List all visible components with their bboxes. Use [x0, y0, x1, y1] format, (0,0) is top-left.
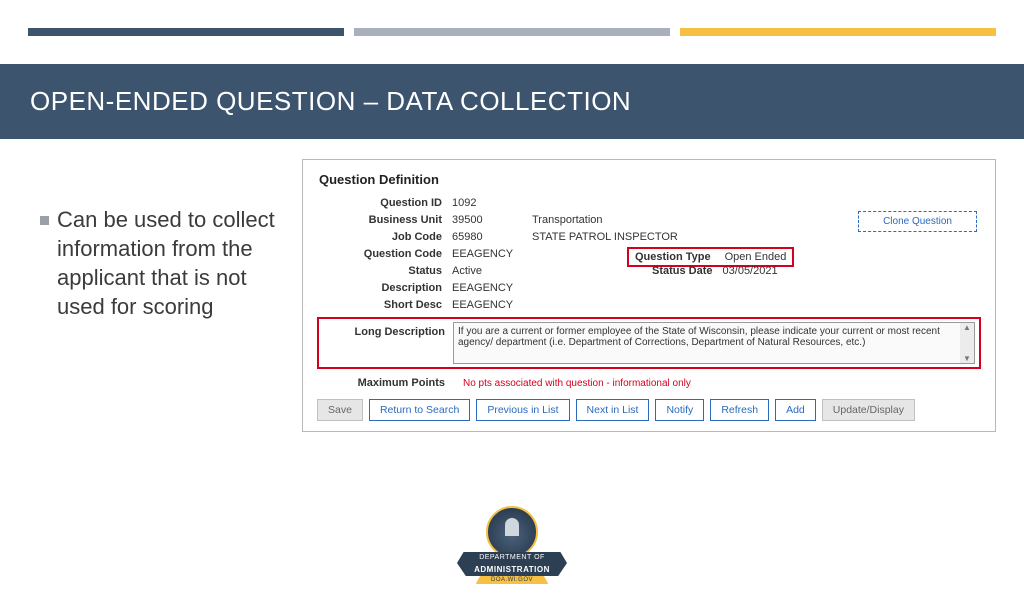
- value-job-code-name: STATE PATROL INSPECTOR: [532, 231, 678, 243]
- previous-in-list-button[interactable]: Previous in List: [476, 399, 569, 421]
- long-description-textarea[interactable]: [454, 323, 960, 363]
- capitol-dome-icon: [486, 506, 538, 558]
- panel-heading: Question Definition: [317, 172, 981, 187]
- add-button[interactable]: Add: [775, 399, 816, 421]
- action-button-row: Save Return to Search Previous in List N…: [317, 399, 981, 421]
- slide-title: OPEN-ENDED QUESTION – DATA COLLECTION: [0, 64, 1024, 139]
- value-question-code: EEAGENCY: [452, 248, 532, 260]
- value-description: EEAGENCY: [452, 282, 981, 294]
- label-question-id: Question ID: [317, 197, 452, 209]
- accent-segment-gold: [680, 28, 996, 36]
- value-short-desc: EEAGENCY: [452, 299, 981, 311]
- logo-line-admin: ADMINISTRATION: [457, 563, 567, 576]
- value-status: Active: [452, 265, 532, 277]
- value-business-unit-name: Transportation: [532, 214, 603, 226]
- value-job-code-code: 65980: [452, 231, 532, 243]
- label-status-date: Status Date: [652, 265, 713, 277]
- bullet-item: Can be used to collect information from …: [40, 205, 276, 321]
- bullet-list: Can be used to collect information from …: [40, 159, 276, 321]
- max-points-warning: No pts associated with question - inform…: [463, 378, 691, 389]
- bullet-square-icon: [40, 216, 49, 225]
- update-display-button[interactable]: Update/Display: [822, 399, 915, 421]
- label-question-code: Question Code: [317, 248, 452, 260]
- label-description: Description: [317, 282, 452, 294]
- return-to-search-button[interactable]: Return to Search: [369, 399, 470, 421]
- label-maximum-points: Maximum Points: [317, 377, 445, 389]
- next-in-list-button[interactable]: Next in List: [576, 399, 650, 421]
- accent-segment-grey: [354, 28, 670, 36]
- label-job-code: Job Code: [317, 231, 452, 243]
- bullet-text: Can be used to collect information from …: [57, 205, 276, 321]
- scroll-down-icon[interactable]: ▼: [963, 354, 971, 363]
- label-business-unit: Business Unit: [317, 214, 452, 226]
- logo-line-url: DOA.WI.GOV: [476, 576, 549, 584]
- long-description-highlight: Long Description ▲ ▼: [317, 317, 981, 369]
- top-accent-bar: [0, 28, 1024, 36]
- label-short-desc: Short Desc: [317, 299, 452, 311]
- value-status-date: 03/05/2021: [723, 265, 778, 277]
- save-button[interactable]: Save: [317, 399, 363, 421]
- label-status: Status: [317, 265, 452, 277]
- scroll-up-icon[interactable]: ▲: [963, 323, 971, 332]
- accent-segment-navy: [28, 28, 344, 36]
- doa-logo: DEPARTMENT OF ADMINISTRATION DOA.WI.GOV: [457, 506, 567, 584]
- textarea-scrollbar[interactable]: ▲ ▼: [960, 323, 974, 363]
- question-definition-panel: Question Definition Clone Question Quest…: [302, 159, 996, 432]
- logo-line-dept: DEPARTMENT OF: [457, 552, 567, 563]
- refresh-button[interactable]: Refresh: [710, 399, 769, 421]
- value-business-unit-code: 39500: [452, 214, 532, 226]
- notify-button[interactable]: Notify: [655, 399, 704, 421]
- label-long-description: Long Description: [319, 322, 445, 338]
- value-question-id: 1092: [452, 197, 532, 209]
